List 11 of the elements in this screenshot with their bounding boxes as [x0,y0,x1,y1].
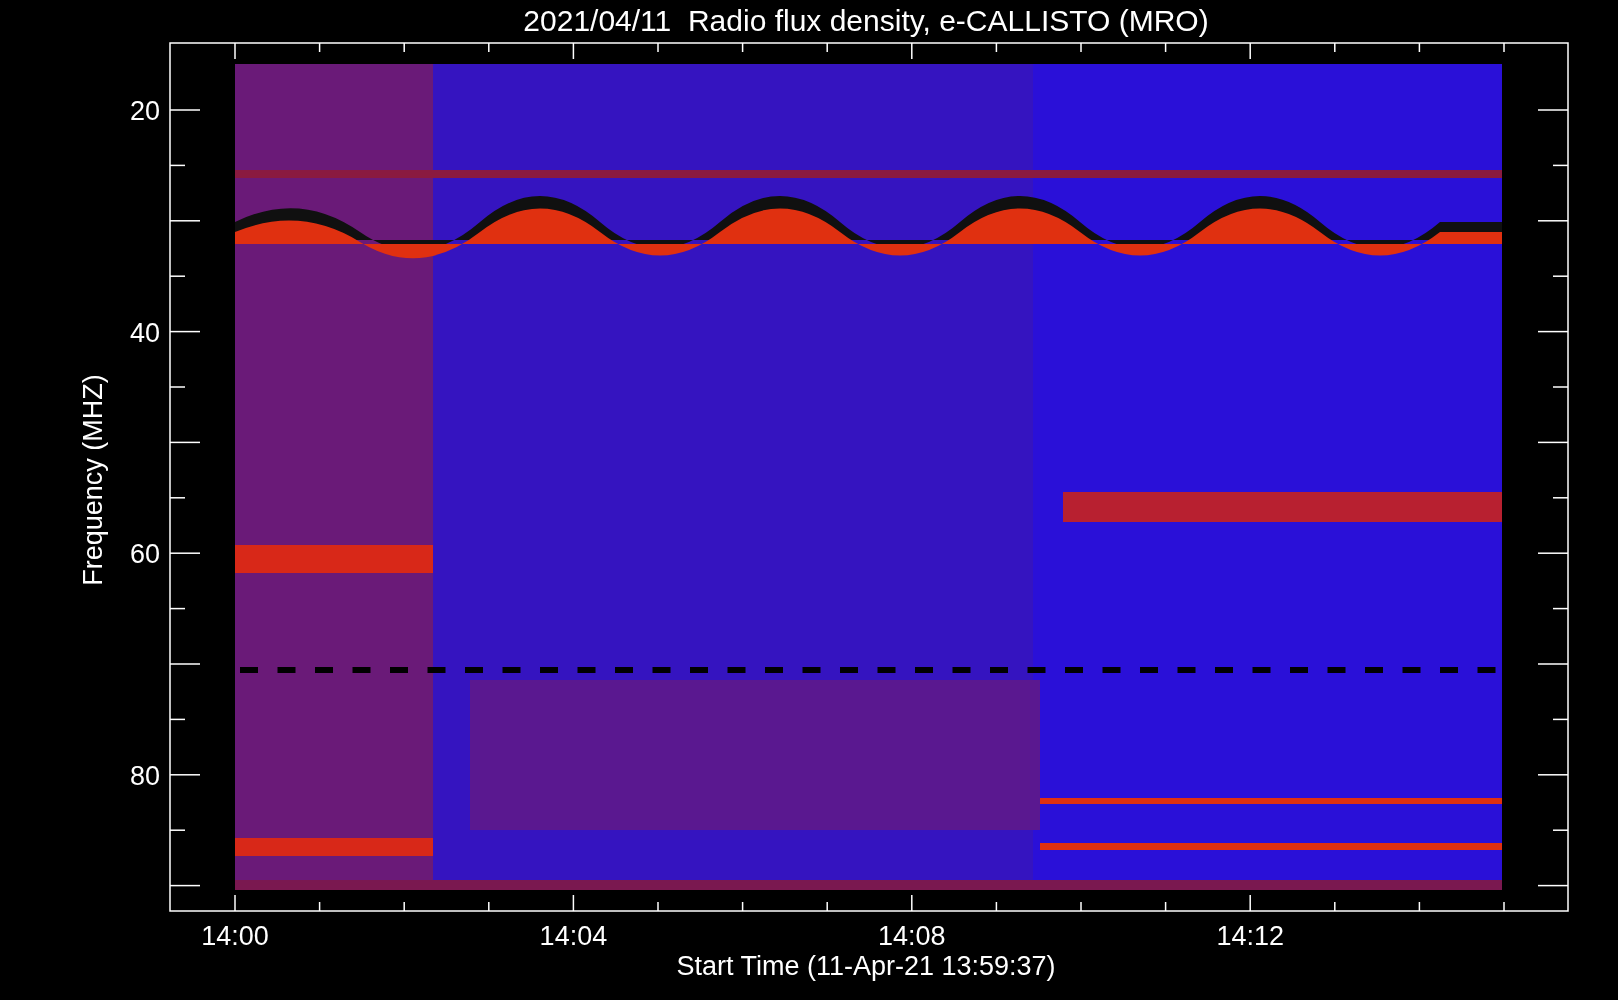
y-tick-label: 80 [129,760,160,791]
x-tick-label: 14:12 [1216,921,1284,951]
y-tick-label: 60 [129,539,160,570]
y-tick-label: 20 [129,96,160,126]
x-axis-label: Start Time (11-Apr-21 13:59:37) [676,951,1056,981]
y-axis-label: Frequency (MHZ) [78,374,108,586]
x-tick-label: 14:00 [201,921,269,951]
x-tick-label: 14:08 [878,921,946,951]
plot-title: 2021/04/11 Radio flux density, e-CALLISTO (MRO) [523,4,1209,37]
y-tick-label: 40 [129,317,160,348]
x-tick-label: 14:04 [539,921,608,951]
